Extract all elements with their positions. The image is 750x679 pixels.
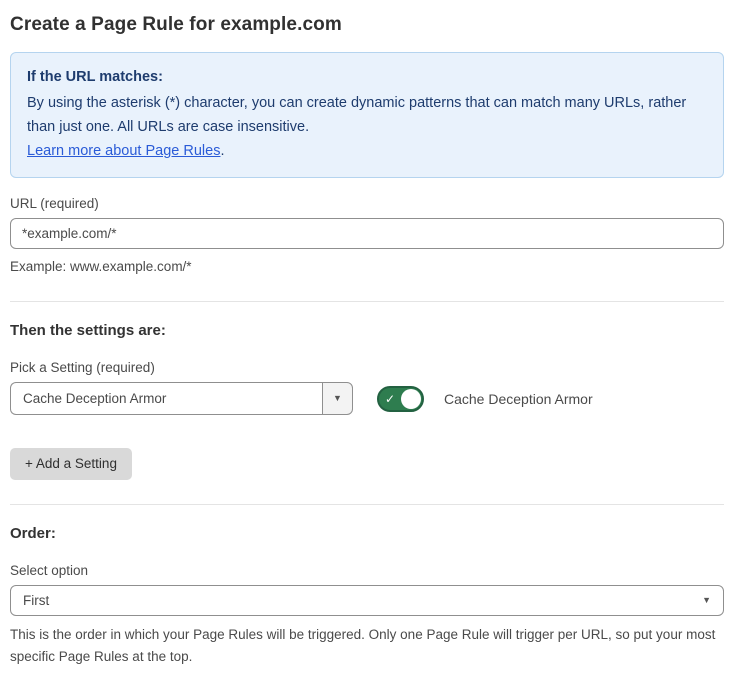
checkmark-icon: ✓ <box>385 393 395 405</box>
create-page-rule-form: Create a Page Rule for example.com If th… <box>0 0 750 679</box>
order-section-heading: Order: <box>10 525 724 542</box>
link-suffix: . <box>220 143 224 159</box>
order-select-label: Select option <box>10 563 724 578</box>
chevron-down-icon: ▼ <box>333 394 342 403</box>
info-box-body: By using the asterisk (*) character, you… <box>27 91 707 139</box>
setting-toggle-label: Cache Deception Armor <box>444 391 593 407</box>
divider <box>10 504 724 505</box>
setting-toggle[interactable]: ✓ <box>377 386 424 412</box>
toggle-knob <box>401 389 421 409</box>
chevron-down-icon: ▼ <box>702 596 711 605</box>
url-field-label: URL (required) <box>10 196 724 211</box>
setting-select-value[interactable]: Cache Deception Armor <box>10 382 322 415</box>
setting-picker-label: Pick a Setting (required) <box>10 360 724 375</box>
setting-select-arrow-button[interactable]: ▼ <box>322 382 353 415</box>
order-select-value: First <box>23 593 49 608</box>
divider <box>10 301 724 302</box>
page-title: Create a Page Rule for example.com <box>10 14 724 36</box>
url-match-info-box: If the URL matches: By using the asteris… <box>10 52 724 178</box>
settings-section-heading: Then the settings are: <box>10 322 724 339</box>
setting-select[interactable]: Cache Deception Armor ▼ <box>10 382 353 415</box>
info-box-heading: If the URL matches: <box>27 65 707 89</box>
info-box-link-line: Learn more about Page Rules. <box>27 139 707 163</box>
url-example-helper: Example: www.example.com/* <box>10 256 724 277</box>
order-helper-text: This is the order in which your Page Rul… <box>10 624 716 668</box>
setting-row: Cache Deception Armor ▼ ✓ Cache Deceptio… <box>10 382 724 415</box>
add-setting-button[interactable]: + Add a Setting <box>10 448 132 480</box>
url-input[interactable] <box>10 218 724 249</box>
learn-more-link[interactable]: Learn more about Page Rules <box>27 143 220 159</box>
order-select[interactable]: First ▼ <box>10 585 724 616</box>
